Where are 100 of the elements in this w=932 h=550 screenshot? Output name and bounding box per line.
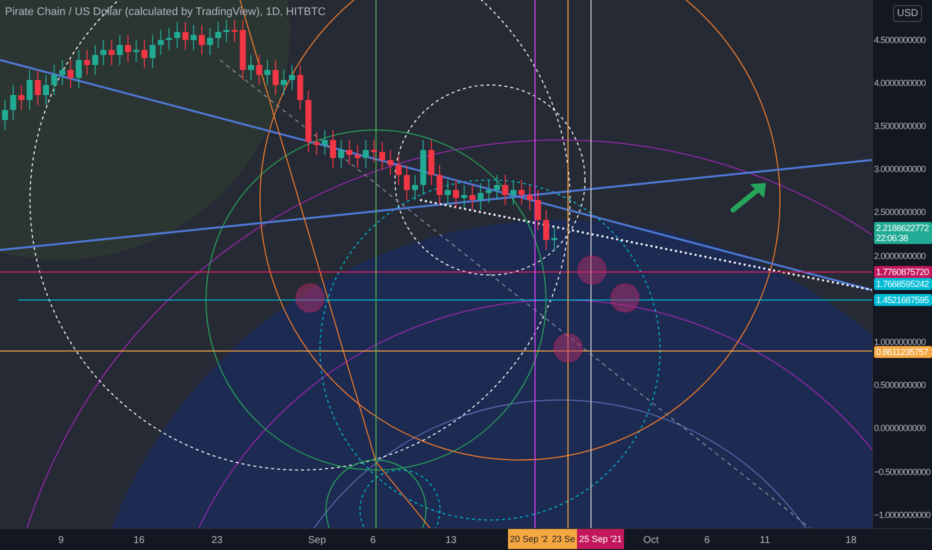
candle bbox=[412, 174, 418, 200]
candle bbox=[198, 24, 205, 56]
price-tag: 1.7668595242 bbox=[874, 278, 932, 290]
time-axis-label: 18 bbox=[845, 534, 857, 548]
candle bbox=[362, 140, 369, 168]
candle bbox=[535, 190, 541, 230]
candle bbox=[76, 50, 82, 88]
time-tag: 25 Sep '21 bbox=[577, 529, 624, 549]
candle bbox=[59, 60, 66, 86]
candle bbox=[280, 70, 287, 96]
candle bbox=[100, 40, 106, 66]
candle bbox=[428, 140, 434, 186]
candle bbox=[240, 20, 246, 80]
time-tag: 20 Sep '2 bbox=[508, 529, 550, 549]
time-tag: 23 Se bbox=[550, 529, 578, 549]
price-axis-label: 2.0000000000 bbox=[874, 251, 926, 261]
candle bbox=[453, 180, 459, 208]
candle bbox=[371, 140, 377, 162]
candle bbox=[330, 130, 336, 168]
time-axis-label: 11 bbox=[760, 534, 770, 548]
candle bbox=[133, 40, 140, 62]
candle bbox=[444, 180, 451, 206]
candle bbox=[158, 30, 164, 56]
candle bbox=[551, 228, 558, 250]
time-axis-label: 13 bbox=[445, 534, 457, 548]
candle bbox=[174, 22, 180, 48]
candle bbox=[526, 184, 533, 210]
candle bbox=[150, 34, 156, 68]
price-tag: 2.2188622772 22:06:38 bbox=[874, 222, 932, 244]
price-axis-label: 4.0000000000 bbox=[874, 78, 926, 88]
candle bbox=[43, 74, 49, 106]
candle bbox=[436, 164, 443, 206]
candle bbox=[486, 180, 492, 204]
candle bbox=[116, 34, 123, 66]
candle bbox=[166, 28, 172, 50]
time-axis-label: Oct bbox=[643, 534, 659, 548]
candle bbox=[223, 20, 230, 42]
candle bbox=[10, 84, 16, 120]
price-tag: 0.8611235757 bbox=[874, 346, 932, 358]
arrow-icon bbox=[730, 183, 766, 212]
candle bbox=[461, 184, 468, 208]
candle bbox=[207, 28, 213, 56]
candle bbox=[125, 34, 131, 62]
candle bbox=[182, 22, 188, 50]
candle bbox=[190, 24, 197, 50]
time-axis-label: 9 bbox=[58, 534, 64, 548]
intersection-marker bbox=[554, 334, 582, 362]
candle bbox=[502, 174, 508, 206]
price-axis-label: 0.0000000000 bbox=[874, 423, 926, 433]
currency-badge[interactable]: USD bbox=[893, 5, 922, 22]
candle bbox=[256, 54, 262, 86]
candle bbox=[346, 140, 352, 166]
price-tag: 1.4521687595 bbox=[874, 294, 932, 306]
price-axis-label: −0.5000000000 bbox=[874, 467, 930, 477]
candle bbox=[2, 100, 8, 130]
price-axis-label: 1.0000000000 bbox=[874, 337, 926, 347]
time-axis-label: Sep bbox=[308, 534, 326, 548]
candle bbox=[141, 40, 148, 68]
candle bbox=[215, 22, 222, 48]
candle bbox=[51, 64, 58, 96]
time-axis-label: 23 bbox=[211, 534, 223, 548]
intersection-marker bbox=[578, 256, 606, 284]
candle bbox=[379, 142, 386, 170]
intersection-marker bbox=[296, 284, 324, 312]
candle bbox=[543, 210, 550, 250]
candle bbox=[305, 90, 312, 152]
candle bbox=[478, 182, 484, 210]
candle bbox=[289, 64, 295, 90]
price-axis-label: 3.5000000000 bbox=[874, 121, 926, 131]
candle bbox=[338, 140, 344, 168]
intersection-marker bbox=[610, 284, 640, 312]
candle bbox=[404, 164, 410, 200]
candle bbox=[297, 64, 304, 110]
candle bbox=[34, 70, 41, 106]
candle bbox=[108, 40, 115, 66]
time-axis-label: 16 bbox=[133, 534, 145, 548]
candle bbox=[510, 180, 516, 206]
price-axis-label: 4.5000000000 bbox=[874, 35, 926, 45]
candle bbox=[469, 184, 476, 210]
candle bbox=[272, 60, 279, 96]
candle bbox=[518, 180, 525, 206]
candle bbox=[26, 70, 33, 110]
candle bbox=[494, 174, 500, 200]
candle bbox=[92, 44, 98, 76]
candle bbox=[396, 154, 402, 186]
candle bbox=[322, 130, 328, 156]
price-axis-label: 3.0000000000 bbox=[874, 164, 926, 174]
candle bbox=[354, 144, 361, 168]
candle bbox=[387, 150, 394, 176]
price-tag: 1.7760875720 bbox=[874, 266, 932, 278]
candle bbox=[264, 60, 270, 86]
candle bbox=[232, 20, 238, 42]
time-axis-label: 6 bbox=[370, 534, 376, 548]
price-axis-label: 2.5000000000 bbox=[874, 207, 926, 217]
candle bbox=[68, 60, 74, 88]
candle bbox=[314, 132, 320, 156]
candle bbox=[84, 50, 90, 76]
candle bbox=[18, 84, 24, 110]
time-axis-label: 6 bbox=[704, 534, 710, 548]
candle bbox=[248, 54, 254, 80]
